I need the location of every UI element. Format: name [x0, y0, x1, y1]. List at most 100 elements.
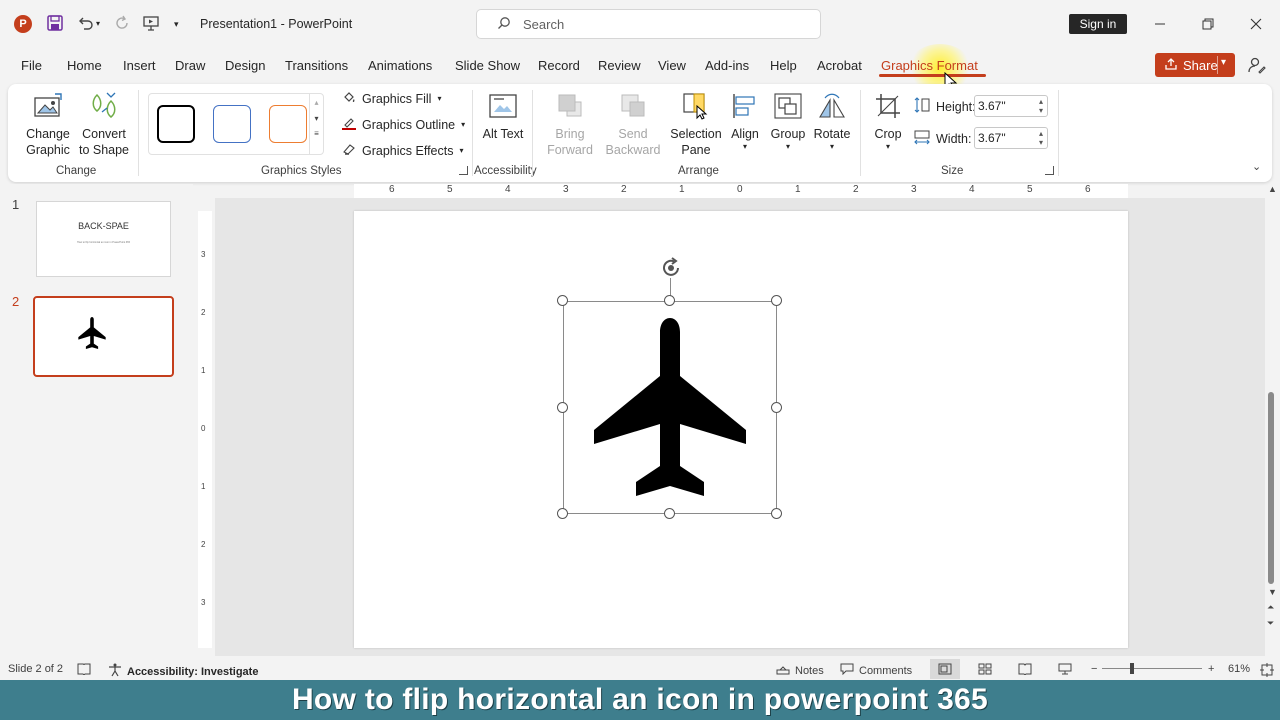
height-spinner-icon[interactable]: ▴ ▾ — [1039, 97, 1043, 115]
next-slide-icon[interactable]: ⏷ — [1267, 618, 1274, 629]
undo-dropdown-icon[interactable]: ▾ — [96, 19, 100, 28]
minimize-icon[interactable] — [1148, 12, 1172, 36]
tab-home[interactable]: Home — [67, 58, 102, 73]
style-swatch-orange[interactable] — [269, 105, 307, 143]
group-separator — [472, 90, 473, 176]
search-box[interactable]: Search — [476, 9, 821, 39]
tab-file[interactable]: File — [21, 58, 42, 73]
undo-icon[interactable] — [76, 14, 94, 32]
graphics-fill-button[interactable]: Graphics Fill ▾ — [342, 90, 441, 107]
rotate-button[interactable]: Rotate ▾ — [812, 90, 852, 152]
previous-slide-icon[interactable]: ⏶ — [1267, 602, 1274, 613]
tab-help[interactable]: Help — [770, 58, 797, 73]
document-title: Presentation1 - PowerPoint — [200, 17, 353, 31]
feedback-icon[interactable] — [1248, 56, 1266, 77]
slide-sorter-icon[interactable] — [978, 663, 992, 675]
crop-button[interactable]: Crop ▾ — [870, 90, 906, 152]
airplane-icon[interactable] — [594, 318, 746, 499]
spelling-icon[interactable] — [77, 663, 91, 675]
tab-design[interactable]: Design — [225, 58, 265, 73]
restore-icon[interactable] — [1196, 12, 1220, 36]
close-icon[interactable] — [1244, 12, 1268, 36]
present-icon[interactable] — [142, 14, 160, 32]
group-button[interactable]: Group ▾ — [768, 90, 808, 152]
zoom-level[interactable]: 61% — [1228, 663, 1250, 675]
tab-transitions[interactable]: Transitions — [285, 58, 348, 73]
gallery-more-icon[interactable]: ≡ — [310, 129, 323, 138]
alt-text-button[interactable]: Alt Text — [482, 90, 524, 142]
tab-slide-show[interactable]: Slide Show — [455, 58, 520, 73]
redo-icon[interactable] — [113, 14, 131, 32]
share-divider — [1217, 56, 1218, 74]
chevron-down-icon: ▾ — [437, 94, 442, 103]
scrollbar-thumb[interactable] — [1268, 392, 1274, 584]
resize-handle-right[interactable] — [771, 402, 782, 413]
collapse-ribbon-icon[interactable]: ⌄ — [1252, 160, 1261, 173]
align-icon — [729, 90, 761, 122]
zoom-out-icon[interactable]: − — [1091, 663, 1097, 675]
tab-review[interactable]: Review — [598, 58, 641, 73]
resize-handle-bottom[interactable] — [664, 508, 675, 519]
tab-insert[interactable]: Insert — [123, 58, 156, 73]
size-dialog-launcher-icon[interactable] — [1045, 166, 1054, 175]
resize-handle-bottom-left[interactable] — [557, 508, 568, 519]
graphics-effects-button[interactable]: Graphics Effects ▾ — [342, 142, 464, 159]
share-button[interactable]: Share ▾ — [1155, 53, 1235, 77]
gallery-up-icon[interactable]: ▴ — [310, 98, 323, 107]
resize-handle-top-right[interactable] — [771, 295, 782, 306]
accessibility-icon — [108, 663, 122, 680]
tab-record[interactable]: Record — [538, 58, 580, 73]
ruler-mark: 4 — [969, 184, 975, 195]
gallery-down-icon[interactable]: ▾ — [310, 114, 323, 123]
selection-pane-button[interactable]: Selection Pane — [668, 90, 724, 158]
scroll-up-icon[interactable]: ▲ — [1268, 184, 1277, 194]
resize-handle-bottom-right[interactable] — [771, 508, 782, 519]
bring-forward-button[interactable]: Bring Forward — [540, 90, 600, 158]
send-backward-button[interactable]: Send Backward — [602, 90, 664, 158]
tab-view[interactable]: View — [658, 58, 686, 73]
ribbon: Change Graphic Convert to Shape Change ▴… — [8, 84, 1272, 182]
save-icon[interactable] — [46, 14, 64, 32]
zoom-slider-thumb[interactable] — [1130, 663, 1134, 674]
reading-view-icon[interactable] — [1018, 663, 1032, 675]
resize-handle-left[interactable] — [557, 402, 568, 413]
ruler-mark: 0 — [201, 424, 206, 433]
style-swatch-black[interactable] — [157, 105, 195, 143]
scroll-down-icon[interactable]: ▼ — [1268, 587, 1277, 597]
tab-graphics-format[interactable]: Graphics Format — [879, 58, 986, 77]
slide-thumbnail-1[interactable]: BACK-SPAE How to flip horizontal an icon… — [36, 201, 171, 277]
resize-handle-top-left[interactable] — [557, 295, 568, 306]
height-input[interactable]: 3.67" ▴ ▾ — [974, 95, 1048, 117]
change-graphic-button[interactable]: Change Graphic — [20, 90, 76, 158]
fit-to-window-icon[interactable] — [1260, 663, 1274, 677]
graphics-outline-button[interactable]: Graphics Outline ▾ — [342, 116, 465, 133]
normal-view-icon[interactable] — [930, 659, 960, 679]
styles-dialog-launcher-icon[interactable] — [459, 166, 468, 175]
style-swatch-blue[interactable] — [213, 105, 251, 143]
ruler-mark: 3 — [563, 184, 569, 195]
ruler-mark: 1 — [679, 184, 685, 195]
tab-acrobat[interactable]: Acrobat — [817, 58, 862, 73]
tab-add-ins[interactable]: Add-ins — [705, 58, 749, 73]
notes-button[interactable]: Notes — [776, 663, 824, 678]
comments-button[interactable]: Comments — [840, 663, 912, 678]
tab-animations[interactable]: Animations — [368, 58, 432, 73]
rotation-handle-icon[interactable] — [659, 256, 683, 283]
width-spinner-icon[interactable]: ▴ ▾ — [1039, 129, 1043, 147]
chevron-down-icon: ▾ — [785, 142, 790, 151]
accessibility-status[interactable]: Accessibility: Investigate — [108, 663, 258, 680]
convert-to-shape-button[interactable]: Convert to Shape — [76, 90, 132, 158]
customize-toolbar-icon[interactable]: ▾ — [174, 19, 179, 30]
zoom-in-icon[interactable]: + — [1208, 663, 1214, 675]
width-input[interactable]: 3.67" ▴ ▾ — [974, 127, 1048, 149]
share-dropdown-icon[interactable]: ▾ — [1221, 57, 1226, 68]
ruler-mark: 3 — [201, 250, 206, 259]
sign-in-button[interactable]: Sign in — [1069, 14, 1127, 34]
zoom-slider-track[interactable] — [1102, 668, 1202, 669]
slide-thumbnail-2[interactable] — [33, 296, 174, 377]
resize-handle-top[interactable] — [664, 295, 675, 306]
slideshow-view-icon[interactable] — [1058, 663, 1072, 675]
vertical-scrollbar[interactable]: ▲ ▼ ⏶ ⏷ — [1264, 184, 1280, 656]
align-button[interactable]: Align ▾ — [726, 90, 764, 152]
tab-draw[interactable]: Draw — [175, 58, 205, 73]
